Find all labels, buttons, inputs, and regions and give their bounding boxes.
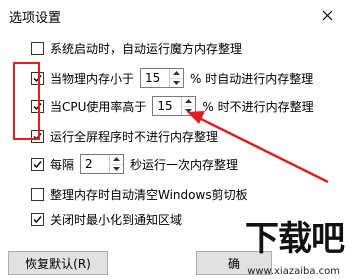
cpu-high-spinner[interactable]: 15 xyxy=(152,96,197,116)
clear-clipboard-checkbox[interactable] xyxy=(31,187,44,201)
cpu-high-suffix: % 时不进行内存整理 xyxy=(202,99,314,114)
auto-start-checkbox[interactable] xyxy=(31,41,44,55)
caret-up-icon xyxy=(173,71,181,76)
close-icon xyxy=(322,10,332,20)
cpu-high-value[interactable]: 15 xyxy=(153,97,182,115)
spin-down-button[interactable] xyxy=(110,165,123,174)
checkmark-icon xyxy=(33,132,42,140)
clear-clipboard-label: 整理内存时自动清空Windows剪切板 xyxy=(50,187,248,202)
interval-value[interactable]: 2 xyxy=(81,155,110,173)
option-cpu-high: 当CPU使用率高于 15 % 时不进行内存整理 xyxy=(31,96,314,116)
interval-suffix: 秒运行一次内存整理 xyxy=(130,157,239,172)
mem-low-label: 当物理内存小于 xyxy=(50,71,135,86)
spin-down-button[interactable] xyxy=(182,107,195,116)
caret-down-icon xyxy=(185,108,193,113)
mem-low-checkbox[interactable] xyxy=(31,71,44,85)
option-auto-start[interactable]: 系统启动时，自动运行魔方内存整理 xyxy=(31,40,242,56)
watermark-brand: 下载吧 xyxy=(245,219,345,259)
interval-checkbox[interactable] xyxy=(31,157,44,171)
title-bar: 选项设置 xyxy=(0,0,350,30)
window-title: 选项设置 xyxy=(9,11,62,26)
spin-up-button[interactable] xyxy=(170,69,184,79)
minimize-tray-checkbox[interactable] xyxy=(31,212,44,226)
interval-label: 每隔 xyxy=(50,157,75,172)
minimize-tray-label: 关闭时最小化到通知区域 xyxy=(50,212,183,227)
caret-down-icon xyxy=(113,166,121,171)
auto-start-label: 系统启动时，自动运行魔方内存整理 xyxy=(50,41,243,56)
mem-low-suffix: % 时自动进行内存整理 xyxy=(190,71,314,86)
spin-down-button[interactable] xyxy=(170,79,183,88)
checkmark-icon xyxy=(33,102,42,110)
option-minimize-tray[interactable]: 关闭时最小化到通知区域 xyxy=(31,211,182,227)
caret-down-icon xyxy=(173,80,181,85)
option-clear-clipboard[interactable]: 整理内存时自动清空Windows剪切板 xyxy=(31,186,248,202)
watermark-logo: 下载吧 www.xiazaiba.com xyxy=(196,219,346,279)
option-fullscreen[interactable]: 运行全屏程序时不进行内存整理 xyxy=(31,128,218,144)
watermark-url: www.xiazaiba.com xyxy=(247,266,340,277)
fullscreen-label: 运行全屏程序时不进行内存整理 xyxy=(50,129,219,144)
option-mem-low: 当物理内存小于 15 % 时自动进行内存整理 xyxy=(31,68,313,88)
cpu-high-label: 当CPU使用率高于 xyxy=(50,99,147,114)
fullscreen-checkbox[interactable] xyxy=(31,129,44,143)
mem-low-value[interactable]: 15 xyxy=(141,69,170,87)
option-interval: 每隔 2 秒运行一次内存整理 xyxy=(31,154,238,174)
spin-up-button[interactable] xyxy=(110,155,124,165)
interval-spinner[interactable]: 2 xyxy=(80,154,125,174)
spin-up-button[interactable] xyxy=(182,97,196,107)
close-button[interactable] xyxy=(304,0,350,30)
restore-default-button[interactable]: 恢复默认(R) xyxy=(8,251,108,275)
caret-up-icon xyxy=(185,99,193,104)
checkmark-icon xyxy=(33,160,42,168)
mem-low-spinner[interactable]: 15 xyxy=(140,68,185,88)
checkmark-icon xyxy=(33,74,42,82)
caret-up-icon xyxy=(113,157,121,162)
checkmark-icon xyxy=(33,215,42,223)
cpu-high-checkbox[interactable] xyxy=(31,99,44,113)
